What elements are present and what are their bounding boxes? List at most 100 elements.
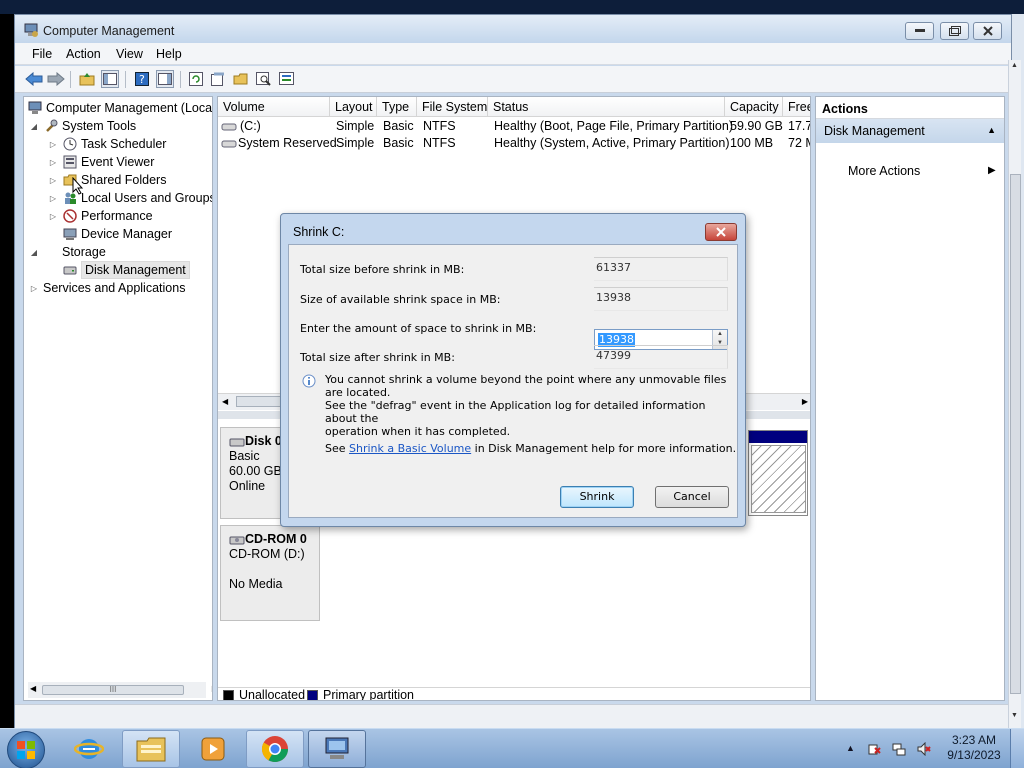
tree-item-device-manager[interactable]: Device Manager: [62, 225, 172, 243]
tree-item-label: Event Viewer: [81, 155, 155, 169]
desktop-top-strip: [0, 0, 1024, 14]
column-header-status[interactable]: Status: [488, 97, 725, 117]
disk-name: Disk 0: [245, 434, 282, 448]
cdrom-0-info[interactable]: CD-ROM 0 CD-ROM (D:) No Media: [220, 525, 320, 621]
tree-item-storage[interactable]: ◢ Storage: [29, 243, 106, 261]
up-folder-icon[interactable]: [78, 70, 96, 88]
tree-item-services-and-applications[interactable]: ▷ Services and Applications: [29, 279, 186, 297]
more-actions-item[interactable]: More Actions: [848, 164, 920, 178]
scroll-left-arrow-icon[interactable]: ◀: [222, 397, 228, 406]
expand-arrow-icon[interactable]: ◢: [29, 122, 39, 131]
scroll-left-arrow-icon[interactable]: ◀: [30, 684, 36, 693]
title-bar[interactable]: Computer Management: [15, 15, 1011, 43]
cell-layout: Simple: [336, 119, 375, 133]
partition-block[interactable]: [748, 430, 808, 516]
properties-icon[interactable]: [209, 70, 227, 88]
tree-item-task-scheduler[interactable]: ▷ Task Scheduler: [48, 135, 167, 153]
expand-arrow-icon[interactable]: ▷: [48, 140, 58, 149]
expand-arrow-icon[interactable]: ▷: [48, 176, 58, 185]
close-icon: [716, 227, 726, 237]
partition-hatch: [751, 445, 806, 513]
tree-horizontal-scrollbar[interactable]: ◀ III ▶: [28, 682, 212, 698]
taskbar-computer-management[interactable]: [308, 730, 366, 768]
cell-capacity: 100 MB: [730, 136, 774, 150]
taskbar-media-player[interactable]: [184, 730, 242, 768]
actions-section-disk-management[interactable]: Disk Management ▲: [816, 119, 1004, 143]
scroll-down-arrow-icon[interactable]: ▼: [1011, 712, 1018, 719]
maximize-button[interactable]: [940, 22, 969, 40]
tree-item-disk-management[interactable]: Disk Management: [62, 261, 190, 279]
collapse-arrow-icon[interactable]: ▲: [987, 125, 996, 135]
close-button[interactable]: [973, 22, 1002, 40]
network-icon[interactable]: [892, 742, 906, 756]
disk-icon: [229, 436, 245, 448]
cell-status: Healthy (System, Active, Primary Partiti…: [494, 136, 730, 150]
minimize-button[interactable]: [905, 22, 934, 40]
taskbar-internet-explorer[interactable]: [60, 730, 118, 768]
tree-item-label: Services and Applications: [43, 281, 186, 295]
volume-muted-icon[interactable]: [917, 742, 931, 756]
expand-arrow-icon[interactable]: ▷: [29, 284, 39, 293]
scroll-thumb[interactable]: [1010, 174, 1021, 694]
tree-item-system-tools[interactable]: ◢ System Tools: [29, 117, 136, 135]
menu-view[interactable]: View: [116, 47, 143, 61]
computer-management-icon: [23, 22, 39, 38]
menu-help[interactable]: Help: [156, 47, 182, 61]
taskbar-chrome[interactable]: [246, 730, 304, 768]
window-title: Computer Management: [43, 24, 175, 38]
expand-arrow-icon[interactable]: ▷: [48, 194, 58, 203]
open-icon[interactable]: [232, 70, 250, 88]
scroll-right-arrow-icon[interactable]: ▶: [212, 684, 213, 693]
tree-item-computer-management[interactable]: Computer Management (Local: [27, 99, 213, 117]
tree-item-label: Performance: [81, 209, 153, 223]
back-arrow-icon[interactable]: [25, 70, 43, 88]
column-header-type[interactable]: Type: [377, 97, 417, 117]
dialog-close-button[interactable]: [705, 223, 737, 241]
tree-item-performance[interactable]: ▷ Performance: [48, 207, 153, 225]
column-header-layout[interactable]: Layout: [330, 97, 377, 117]
scroll-right-arrow-icon[interactable]: ▶: [802, 397, 808, 406]
taskbar-clock[interactable]: 3:23 AM 9/13/2023: [944, 733, 1004, 763]
show-hide-action-pane-icon[interactable]: [156, 70, 174, 88]
windows-logo-icon: [17, 741, 35, 759]
column-header-free[interactable]: Free: [783, 97, 810, 117]
column-header-capacity[interactable]: Capacity: [725, 97, 783, 117]
tray-expand-icon[interactable]: ▲: [846, 743, 855, 753]
event-viewer-icon: [62, 154, 78, 170]
desktop-vertical-scrollbar[interactable]: ▲ ▼: [1008, 60, 1021, 728]
scroll-up-arrow-icon[interactable]: ▲: [1011, 62, 1018, 69]
legend-unallocated: Unallocated: [239, 688, 306, 701]
shrink-help-link[interactable]: Shrink a Basic Volume: [349, 442, 471, 455]
help-icon[interactable]: ?: [133, 70, 151, 88]
search-icon[interactable]: [255, 70, 273, 88]
menu-action[interactable]: Action: [66, 47, 101, 61]
expand-arrow-icon[interactable]: ◢: [29, 248, 39, 257]
taskbar: ▲ 3:23 AM 9/13/2023: [0, 728, 1024, 768]
shrink-button[interactable]: Shrink: [560, 486, 634, 508]
tree-item-shared-folders[interactable]: ▷ Shared Folders: [48, 171, 167, 189]
taskbar-file-explorer[interactable]: [122, 730, 180, 768]
expand-arrow-icon[interactable]: ▷: [48, 212, 58, 221]
scroll-thumb[interactable]: III: [42, 685, 184, 695]
cell-file-system: NTFS: [423, 119, 456, 133]
label-total-size-before: Total size before shrink in MB:: [300, 263, 465, 276]
menu-file[interactable]: File: [32, 47, 52, 61]
start-button[interactable]: [7, 731, 45, 768]
help-suffix: in Disk Management help for more informa…: [471, 442, 737, 455]
column-header-file-system[interactable]: File System: [417, 97, 488, 117]
label-amount-to-shrink: Enter the amount of space to shrink in M…: [300, 322, 537, 335]
cancel-button[interactable]: Cancel: [655, 486, 729, 508]
show-desktop-button[interactable]: [1010, 729, 1024, 768]
tree-item-event-viewer[interactable]: ▷ Event Viewer: [48, 153, 155, 171]
partition-legend: Unallocated Primary partition: [218, 687, 810, 701]
disk-settings-icon[interactable]: [278, 70, 296, 88]
action-center-icon[interactable]: [867, 742, 881, 756]
expand-arrow-icon[interactable]: ▷: [48, 158, 58, 167]
tree-item-label: Computer Management (Local: [46, 101, 213, 115]
show-hide-tree-icon[interactable]: [101, 70, 119, 88]
scroll-thumb[interactable]: [236, 396, 286, 407]
column-header-volume[interactable]: Volume: [218, 97, 330, 117]
refresh-icon[interactable]: [187, 70, 205, 88]
spin-up-icon[interactable]: ▲: [713, 330, 727, 339]
forward-arrow-icon[interactable]: [47, 70, 65, 88]
